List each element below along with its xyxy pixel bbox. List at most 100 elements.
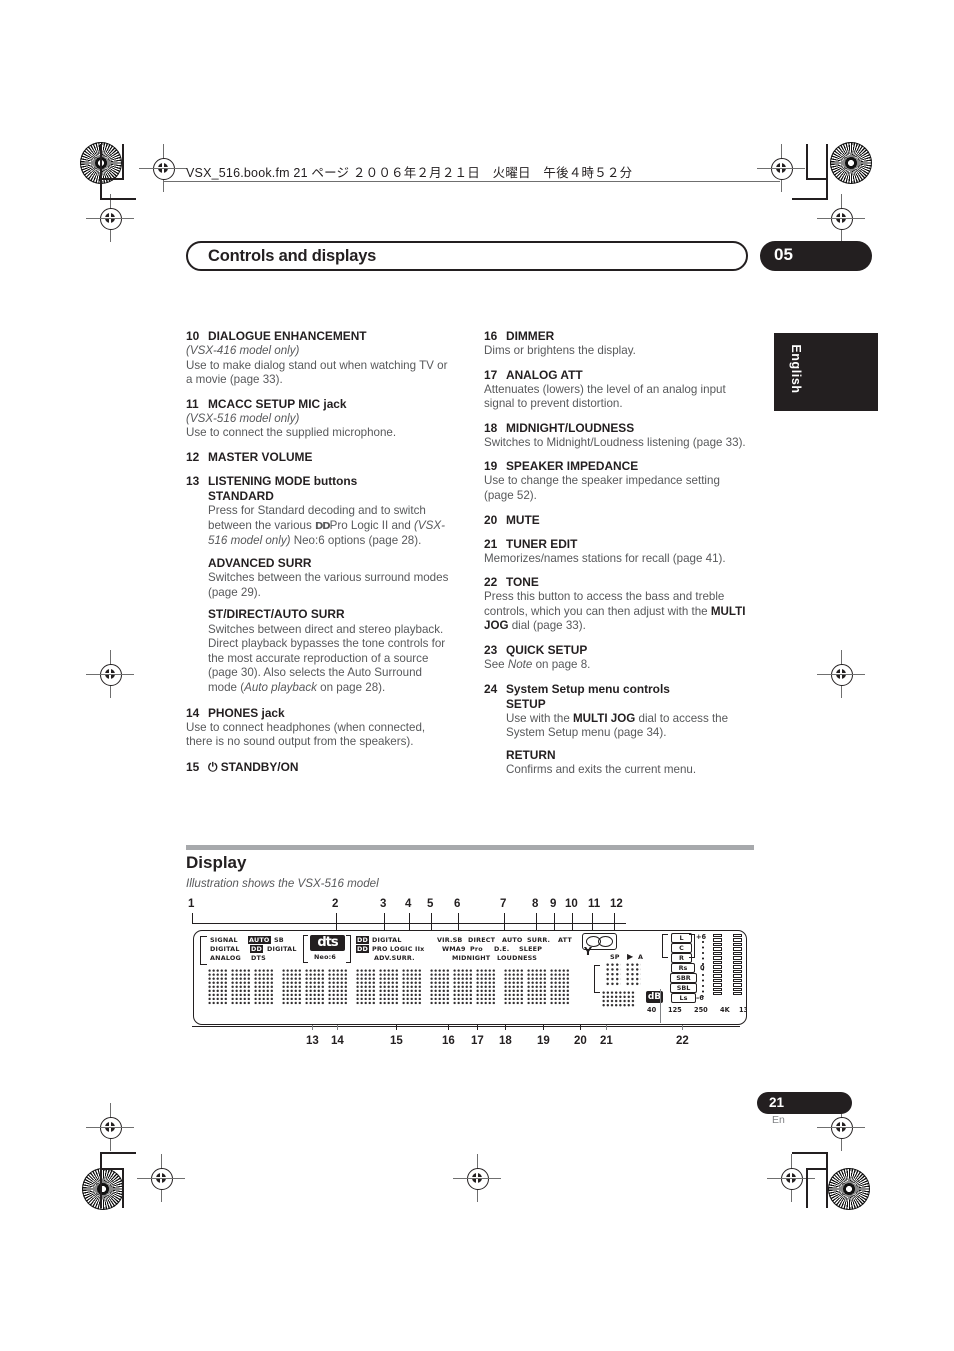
- callout-10: 10: [565, 898, 578, 910]
- list-item-14: 14 PHONES jack Use to connect headphones …: [186, 706, 454, 750]
- eq-frequency-4k: 4K: [720, 1006, 730, 1014]
- item-heading: 22 TONE: [484, 575, 539, 590]
- dolby-double-d-icon: DD: [356, 936, 370, 944]
- crop-line: [100, 1168, 124, 1170]
- crop-line: [792, 1152, 828, 1154]
- callout-18: 18: [499, 1035, 512, 1047]
- registration-mark-mid-right: [817, 194, 865, 242]
- indicator-att: ATT: [558, 936, 572, 944]
- indicator-de: D.E.: [494, 945, 510, 953]
- crop-line: [122, 144, 124, 180]
- subitem-label-return: RETURN: [506, 747, 556, 762]
- page-language-code: En: [772, 1114, 785, 1126]
- dot-matrix-char: [328, 969, 348, 1005]
- crop-line: [122, 1168, 124, 1208]
- chapter-title-bar: Controls and displays: [186, 241, 748, 271]
- dot-matrix-char: [208, 969, 228, 1005]
- callout-rule-bottom: [192, 1026, 740, 1028]
- item-description: Use to change the speaker impedance sett…: [484, 474, 720, 502]
- registration-mark-top-left: [139, 144, 187, 192]
- callout-9: 9: [550, 898, 557, 910]
- item-heading: 10 DIALOGUE ENHANCEMENT: [186, 329, 367, 343]
- crop-line: [100, 1152, 102, 1208]
- indicator-adv-surr: ADV.SURR.: [374, 954, 415, 962]
- callout-12: 12: [610, 898, 623, 910]
- crop-line: [806, 144, 808, 180]
- indicator-surr: SURR.: [527, 936, 551, 944]
- callout-14: 14: [331, 1035, 344, 1047]
- speaker-indicator-rs: Rs: [671, 963, 695, 973]
- dot-matrix-char: [379, 969, 399, 1005]
- list-item-13: 13 LISTENING MODE buttons STANDARD Press …: [186, 474, 454, 696]
- item-heading: 16 DIMMER: [484, 329, 555, 343]
- bracket-speaker-group-right: [689, 934, 695, 958]
- page-title: Controls and displays: [208, 247, 377, 265]
- list-item-21: 21 TUNER EDIT Memorizes/names stations fo…: [484, 537, 752, 567]
- bracket-volume-group: [594, 965, 600, 993]
- ext-indicator: [602, 991, 636, 1007]
- callout-15: 15: [390, 1035, 403, 1047]
- registration-mark-top-right: [757, 144, 805, 192]
- callout-20: 20: [574, 1035, 587, 1047]
- indicator-direct: DIRECT: [468, 936, 496, 944]
- bracket-speaker-group: [662, 934, 668, 958]
- indicator-dd-digital: DIGITAL: [372, 936, 402, 944]
- volume-digit: [606, 963, 621, 987]
- callout-22: 22: [676, 1035, 689, 1047]
- eq-frequency-40: 40: [647, 1006, 657, 1014]
- list-item-23: 23 QUICK SETUP See Note on page 8.: [484, 643, 752, 673]
- callout-4: 4: [405, 898, 412, 910]
- front-panel-display: SIGNAL AUTO SB DIGITAL DD DIGITAL ANALOG…: [193, 930, 747, 1025]
- indicator-midnight: MIDNIGHT: [452, 954, 491, 962]
- eq-frequency-13k: 13K: [739, 1006, 746, 1014]
- indicator-dts: DTS: [251, 954, 266, 962]
- callout-13: 13: [306, 1035, 319, 1047]
- dot-matrix-char: [430, 969, 450, 1005]
- page-number: 21: [769, 1095, 785, 1110]
- eq-scale-dots: [702, 941, 704, 997]
- subitem-description-advanced-surr: Switches between the various surround mo…: [208, 571, 449, 599]
- indicator-loudness: LOUDNESS: [497, 954, 538, 962]
- dot-matrix-char: [402, 969, 422, 1005]
- chapter-number-badge: 05: [760, 241, 872, 271]
- subitem-label-standard: STANDARD: [208, 488, 274, 503]
- crop-line: [806, 178, 828, 180]
- list-item-17: 17 ANALOG ATT Attenuates (lowers) the lev…: [484, 368, 752, 412]
- item-heading: 21 TUNER EDIT: [484, 536, 578, 551]
- indicator-analog: ANALOG: [210, 954, 241, 962]
- dolby-double-d-icon: DD: [356, 945, 370, 953]
- crop-line: [792, 198, 828, 200]
- callout-17: 17: [471, 1035, 484, 1047]
- print-density-mark-bottom-left: [82, 1168, 124, 1210]
- item-description: Press this button to access the bass and…: [484, 590, 746, 633]
- registration-mark-bottom-center: [453, 1154, 501, 1202]
- callout-11: 11: [588, 898, 601, 910]
- manual-page: VSX_516.book.fm 21 ページ ２００６年２月２１日 火曜日 午後…: [0, 0, 954, 1351]
- right-text-column: 16 DIMMER Dims or brightens the display. …: [484, 329, 752, 778]
- indicator-sp-value: A: [638, 953, 644, 961]
- item-heading: 17 ANALOG ATT: [484, 367, 583, 382]
- dot-matrix-char: [231, 969, 251, 1005]
- indicator-signal: SIGNAL: [210, 936, 238, 944]
- speaker-indicator-sbl: SBL: [670, 983, 697, 993]
- item-description: Dims or brightens the display.: [484, 344, 636, 357]
- list-item-16: 16 DIMMER Dims or brightens the display.: [484, 329, 752, 359]
- indicator-sb: SB: [274, 936, 284, 944]
- dolby-double-d-icon: DD: [250, 945, 264, 953]
- indicator-auto-2: AUTO: [502, 936, 523, 944]
- callout-21: 21: [600, 1035, 613, 1047]
- language-tab-label: English: [789, 344, 803, 394]
- indicator-digital-2: DIGITAL: [267, 945, 297, 953]
- eq-frequency-250: 250: [694, 1006, 708, 1014]
- indicator-auto: AUTO: [248, 936, 271, 944]
- item-description: Memorizes/names stations for recall (pag…: [484, 551, 726, 565]
- callout-16: 16: [442, 1035, 455, 1047]
- subitem-label-st-direct-auto-surr: ST/DIRECT/AUTO SURR: [208, 607, 345, 622]
- crop-line: [100, 1152, 136, 1154]
- speaker-arrow-icon: ▶: [627, 952, 634, 961]
- subitem-description-standard: Press for Standard decoding and to switc…: [208, 504, 445, 548]
- subitem-label-setup: SETUP: [506, 696, 546, 711]
- item-description: Use to make dialog stand out when watchi…: [186, 358, 448, 387]
- model-note: (VSX-416 model only): [186, 344, 300, 357]
- list-item-24: 24 System Setup menu controls SETUP Use w…: [484, 682, 752, 778]
